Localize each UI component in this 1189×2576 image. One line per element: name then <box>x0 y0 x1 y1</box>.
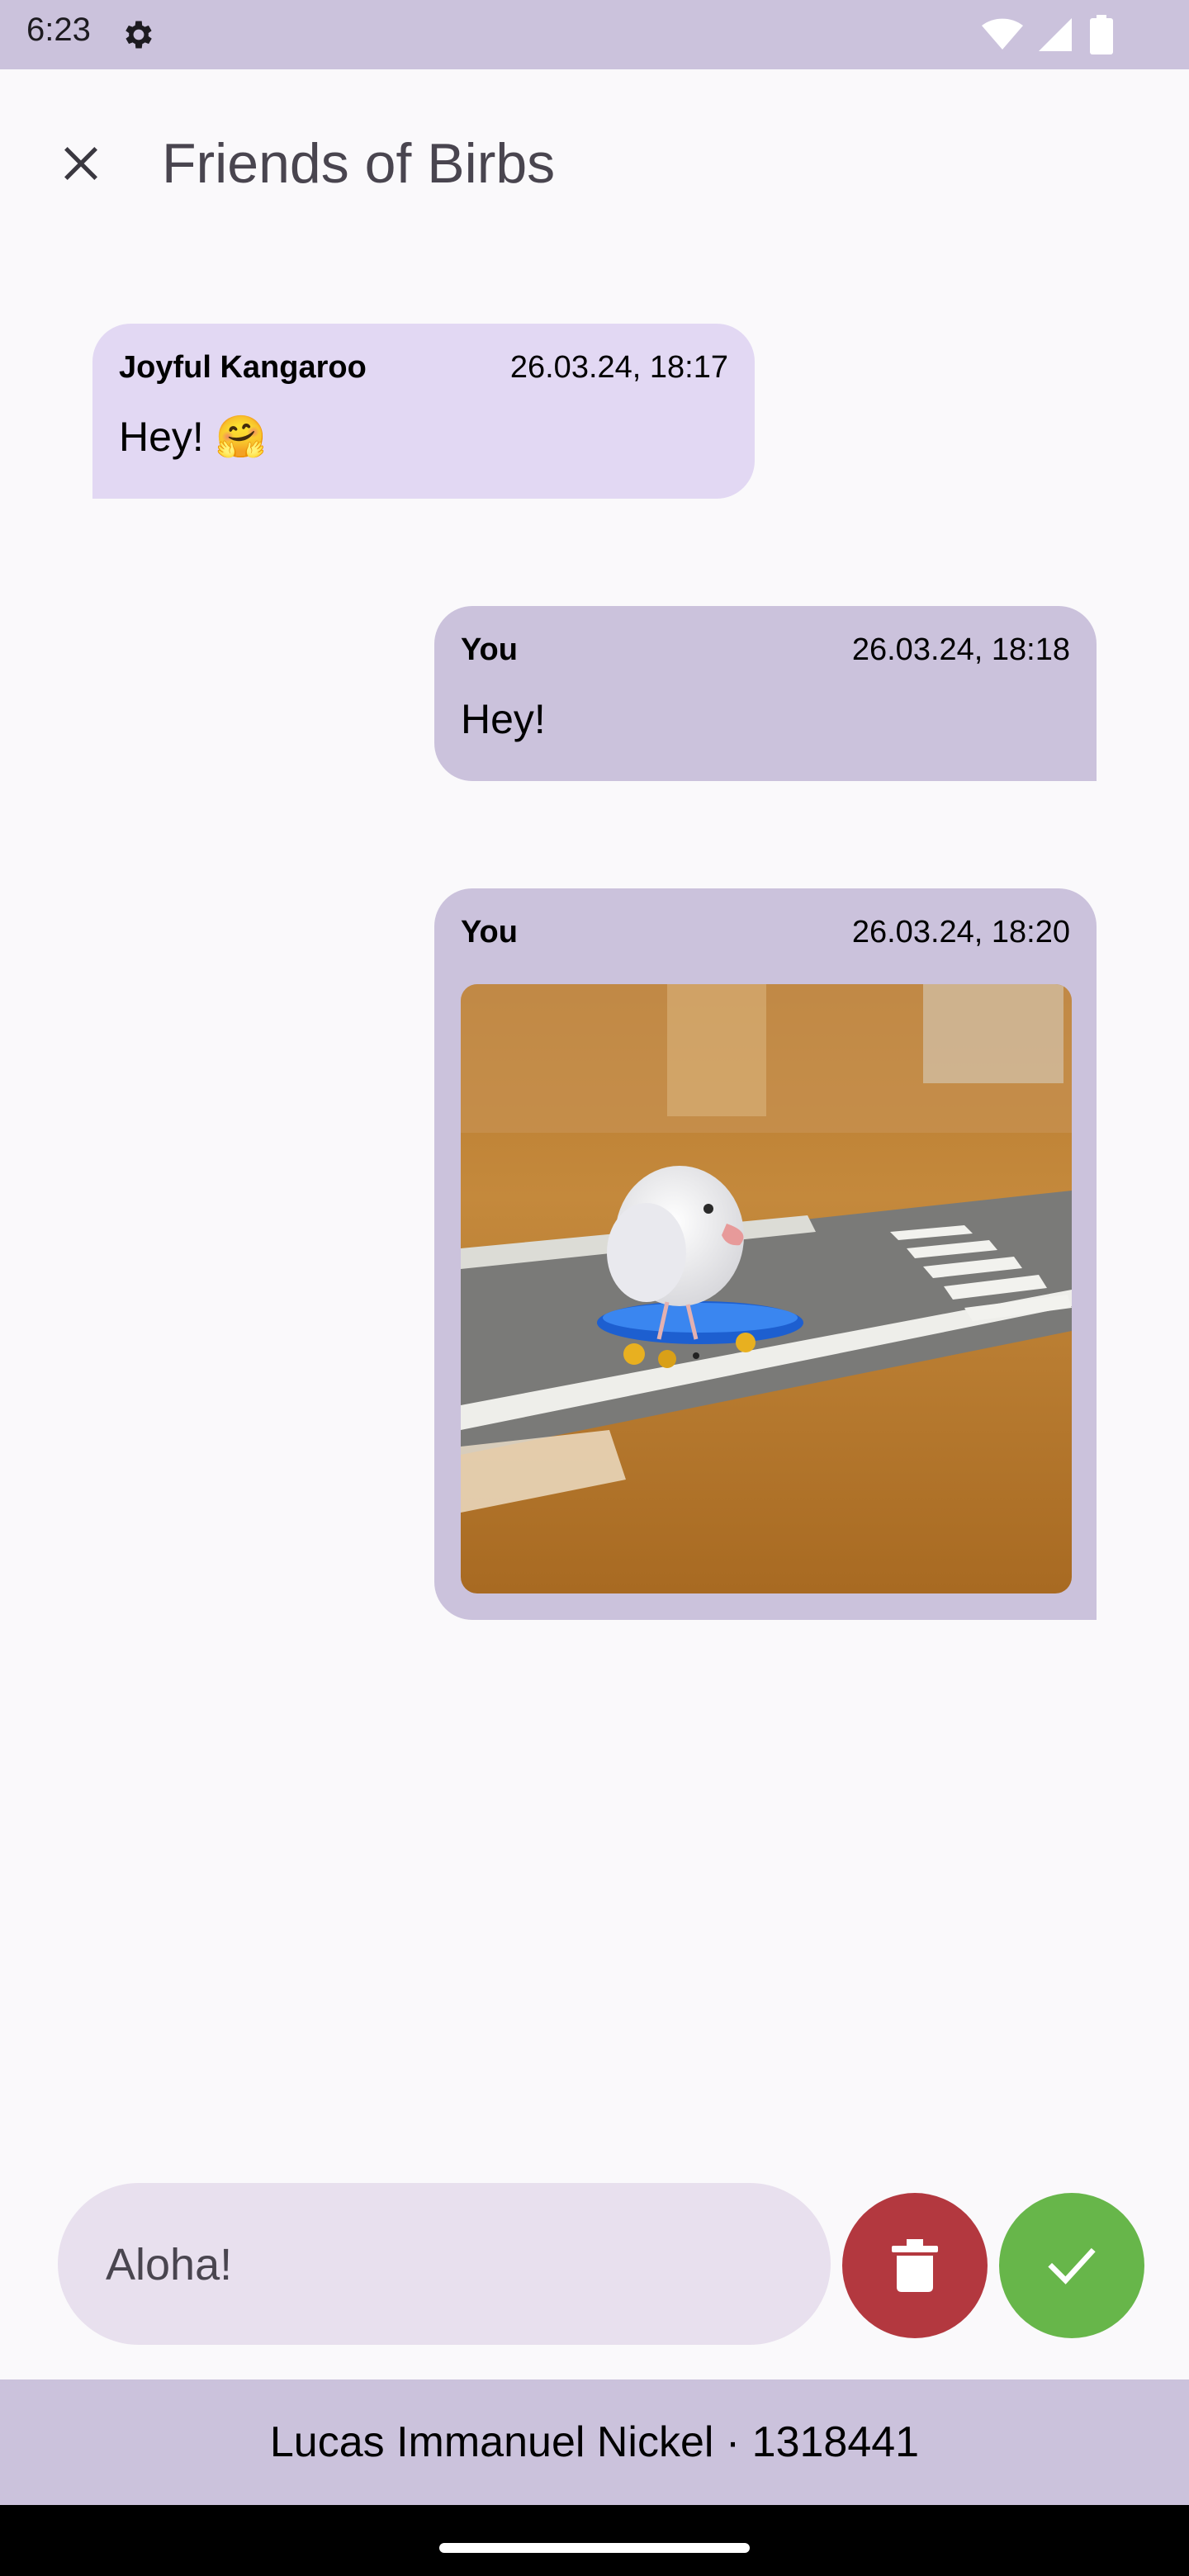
footer-text: Lucas Immanuel Nickel · 1318441 <box>269 2418 920 2466</box>
home-gesture-handle[interactable] <box>439 2543 750 2553</box>
battery-icon <box>1090 15 1113 54</box>
confirm-button[interactable] <box>999 2193 1144 2338</box>
delete-button[interactable] <box>842 2193 988 2338</box>
trash-icon <box>892 2239 938 2292</box>
navigation-bar <box>0 2505 1189 2576</box>
message-bubble-incoming[interactable]: Joyful Kangaroo 26.03.24, 18:17 Hey! 🤗 <box>92 324 755 499</box>
message-text: Hey! <box>461 696 546 742</box>
close-button[interactable] <box>41 124 121 203</box>
message-sender: You <box>461 915 518 949</box>
message-bubble-outgoing[interactable]: You 26.03.24, 18:18 Hey! <box>434 606 1097 781</box>
message-sender: You <box>461 632 518 667</box>
message-composer <box>58 2183 831 2346</box>
message-text: Hey! 🤗 <box>119 414 267 460</box>
page-title: Friends of Birbs <box>162 132 556 195</box>
signal-icon <box>1039 18 1072 51</box>
message-timestamp: 26.03.24, 18:17 <box>509 350 728 385</box>
footer: Lucas Immanuel Nickel · 1318441 <box>0 2379 1189 2505</box>
status-time: 6:23 <box>26 12 91 48</box>
message-input[interactable] <box>104 2183 801 2346</box>
message-sender: Joyful Kangaroo <box>119 350 367 385</box>
gear-icon <box>126 21 152 49</box>
message-timestamp: 26.03.24, 18:20 <box>851 915 1070 949</box>
message-timestamp: 26.03.24, 18:18 <box>851 632 1070 667</box>
close-icon <box>64 147 97 180</box>
wifi-icon <box>982 18 1023 50</box>
bird-on-skateboard-image[interactable] <box>461 984 1072 1593</box>
message-bubble-outgoing-image[interactable]: You 26.03.24, 18:20 <box>434 888 1097 1620</box>
check-icon <box>1048 2247 1096 2285</box>
